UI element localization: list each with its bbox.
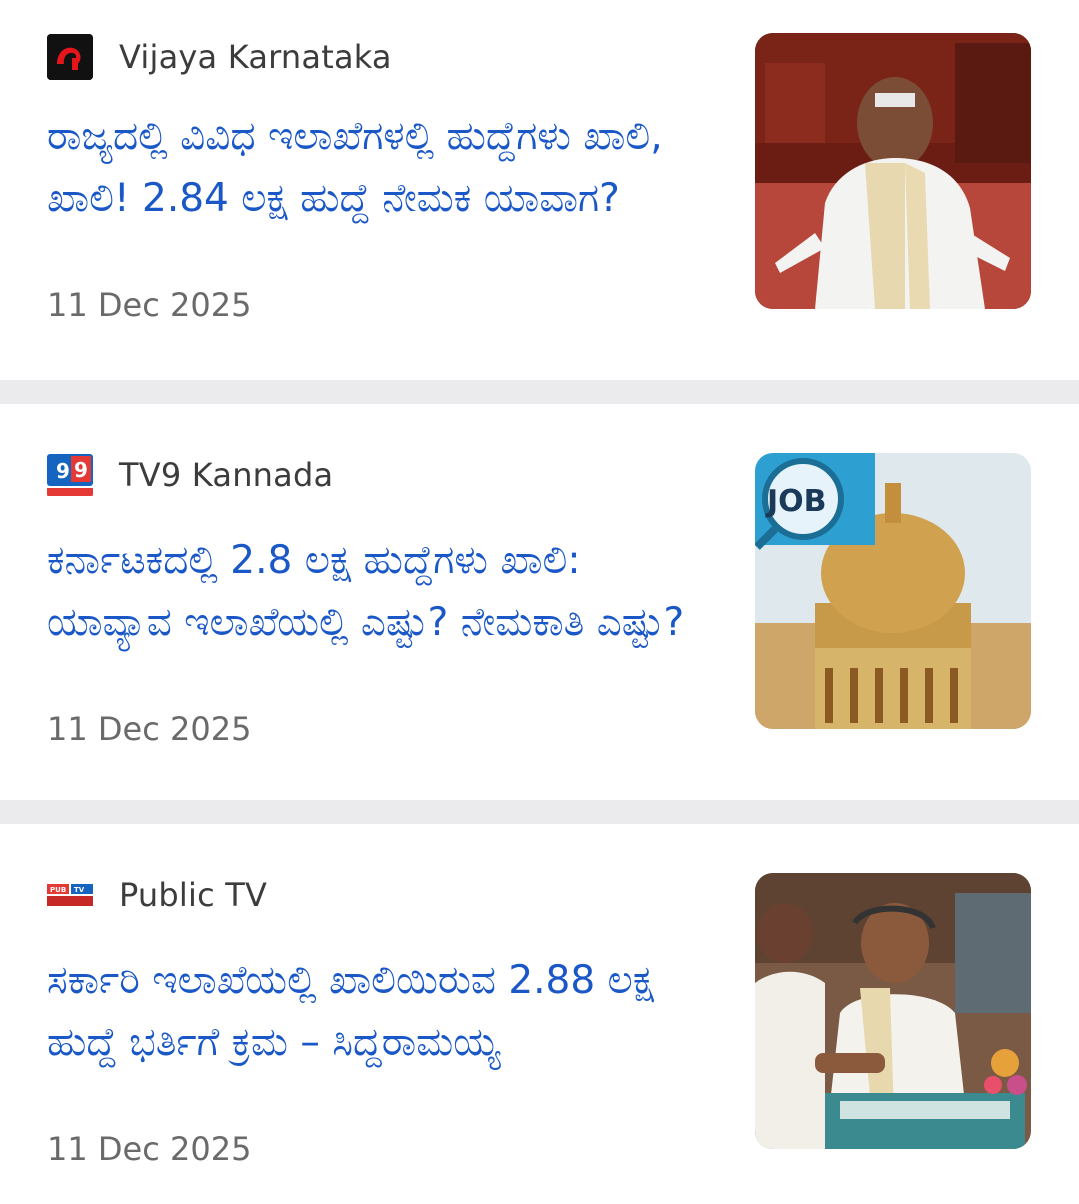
news-card[interactable]: Vijaya Karnataka ರಾಜ್ಯದಲ್ಲಿ ವಿವಿಧ ಇಲಾಖೆಗ… [0, 0, 1079, 380]
svg-text:9: 9 [74, 458, 88, 482]
publish-date: 11 Dec 2025 [47, 1130, 252, 1168]
article-thumbnail[interactable] [755, 873, 1031, 1149]
svg-text:9: 9 [56, 459, 70, 483]
news-card[interactable]: PUB TV Public TV ಸರ್ಕಾರಿ ಇಲಾಖೆಯಲ್ಲಿ ಖಾಲಿ… [0, 824, 1079, 1204]
job-badge: JOB [765, 484, 827, 519]
source-row: 9 9 TV9 Kannada [47, 452, 333, 498]
article-thumbnail[interactable] [755, 33, 1031, 309]
vijaya-karnataka-logo-icon [47, 34, 93, 80]
headline-link[interactable]: ರಾಜ್ಯದಲ್ಲಿ ವಿವಿಧ ಇಲಾಖೆಗಳಲ್ಲಿ ಹುದ್ದೆಗಳು ಖ… [47, 106, 707, 230]
publish-date: 11 Dec 2025 [47, 286, 252, 324]
source-name: TV9 Kannada [119, 456, 334, 494]
separator [0, 800, 1079, 824]
tv9-logo-icon: 9 9 [47, 452, 93, 498]
public-tv-logo-icon: PUB TV [47, 872, 93, 918]
headline-link[interactable]: ಸರ್ಕಾರಿ ಇಲಾಖೆಯಲ್ಲಿ ಖಾಲಿಯಿರುವ 2.88 ಲಕ್ಷ ಹ… [47, 950, 707, 1074]
source-row: PUB TV Public TV [47, 872, 267, 918]
source-row: Vijaya Karnataka [47, 34, 392, 80]
publish-date: 11 Dec 2025 [47, 710, 252, 748]
svg-text:PUB: PUB [50, 886, 66, 894]
news-card[interactable]: 9 9 TV9 Kannada ಕರ್ನಾಟಕದಲ್ಲಿ 2.8 ಲಕ್ಷ ಹು… [0, 404, 1079, 800]
source-name: Public TV [119, 876, 268, 914]
article-thumbnail[interactable]: JOB [755, 453, 1031, 729]
headline-link[interactable]: ಕರ್ನಾಟಕದಲ್ಲಿ 2.8 ಲಕ್ಷ ಹುದ್ದೆಗಳು ಖಾಲಿ: ಯಾ… [47, 530, 707, 654]
separator [0, 380, 1079, 404]
source-name: Vijaya Karnataka [119, 38, 392, 76]
svg-text:TV: TV [74, 886, 85, 894]
